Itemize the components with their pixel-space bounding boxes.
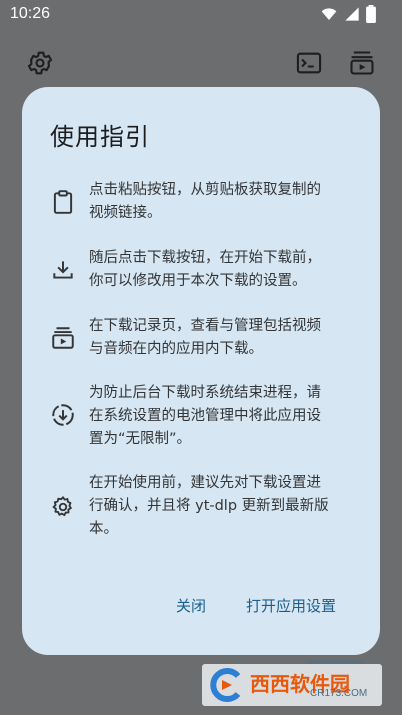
download-icon: [50, 257, 76, 283]
guide-item-text: 在下载记录页，查看与管理包括视频 与音频在内的应用内下载。: [89, 318, 321, 357]
close-button[interactable]: 关闭: [174, 591, 208, 620]
guide-item-text: 为防止后台下载时系统结束进程，请 在系统设置的电池管理中将此应用设 置为“无限制…: [89, 385, 321, 447]
watermark: 西西软件园 CR173.COM: [202, 664, 382, 706]
status-time: 10:26: [10, 5, 51, 22]
battery-icon: [366, 5, 376, 27]
download-circle-icon: [50, 402, 76, 428]
download-queue-icon[interactable]: [348, 49, 376, 77]
dialog-actions: 关闭 打开应用设置: [22, 591, 380, 621]
watermark-sub: CR173.COM: [310, 688, 368, 699]
guide-item-text: 随后点击下载按钮，在开始下载前， 你可以修改用于本次下载的设置。: [89, 250, 321, 289]
clipboard-icon: [50, 189, 76, 215]
terminal-icon[interactable]: [295, 49, 323, 77]
signal-icon: [344, 6, 360, 26]
dialog-title: 使用指引: [50, 123, 150, 151]
subscriptions-icon: [50, 325, 76, 351]
settings-gear-icon: [50, 494, 76, 520]
guide-item-text: 点击粘贴按钮，从剪贴板获取复制的 视频链接。: [89, 182, 321, 221]
guide-item-text: 在开始使用前，建议先对下载设置进 行确认，并且将 yt-dlp 更新到最新版 本…: [89, 475, 329, 537]
watermark-logo-icon: [208, 668, 244, 702]
settings-icon[interactable]: [26, 49, 54, 77]
wifi-icon: [320, 6, 338, 26]
guide-dialog: 使用指引 点击粘贴按钮，从剪贴板获取复制的 视频链接。 随后点击下载按钮，在开始…: [22, 87, 380, 655]
status-bar: 10:26: [0, 0, 402, 30]
status-icons: [320, 5, 376, 27]
open-app-settings-button[interactable]: 打开应用设置: [244, 591, 338, 620]
